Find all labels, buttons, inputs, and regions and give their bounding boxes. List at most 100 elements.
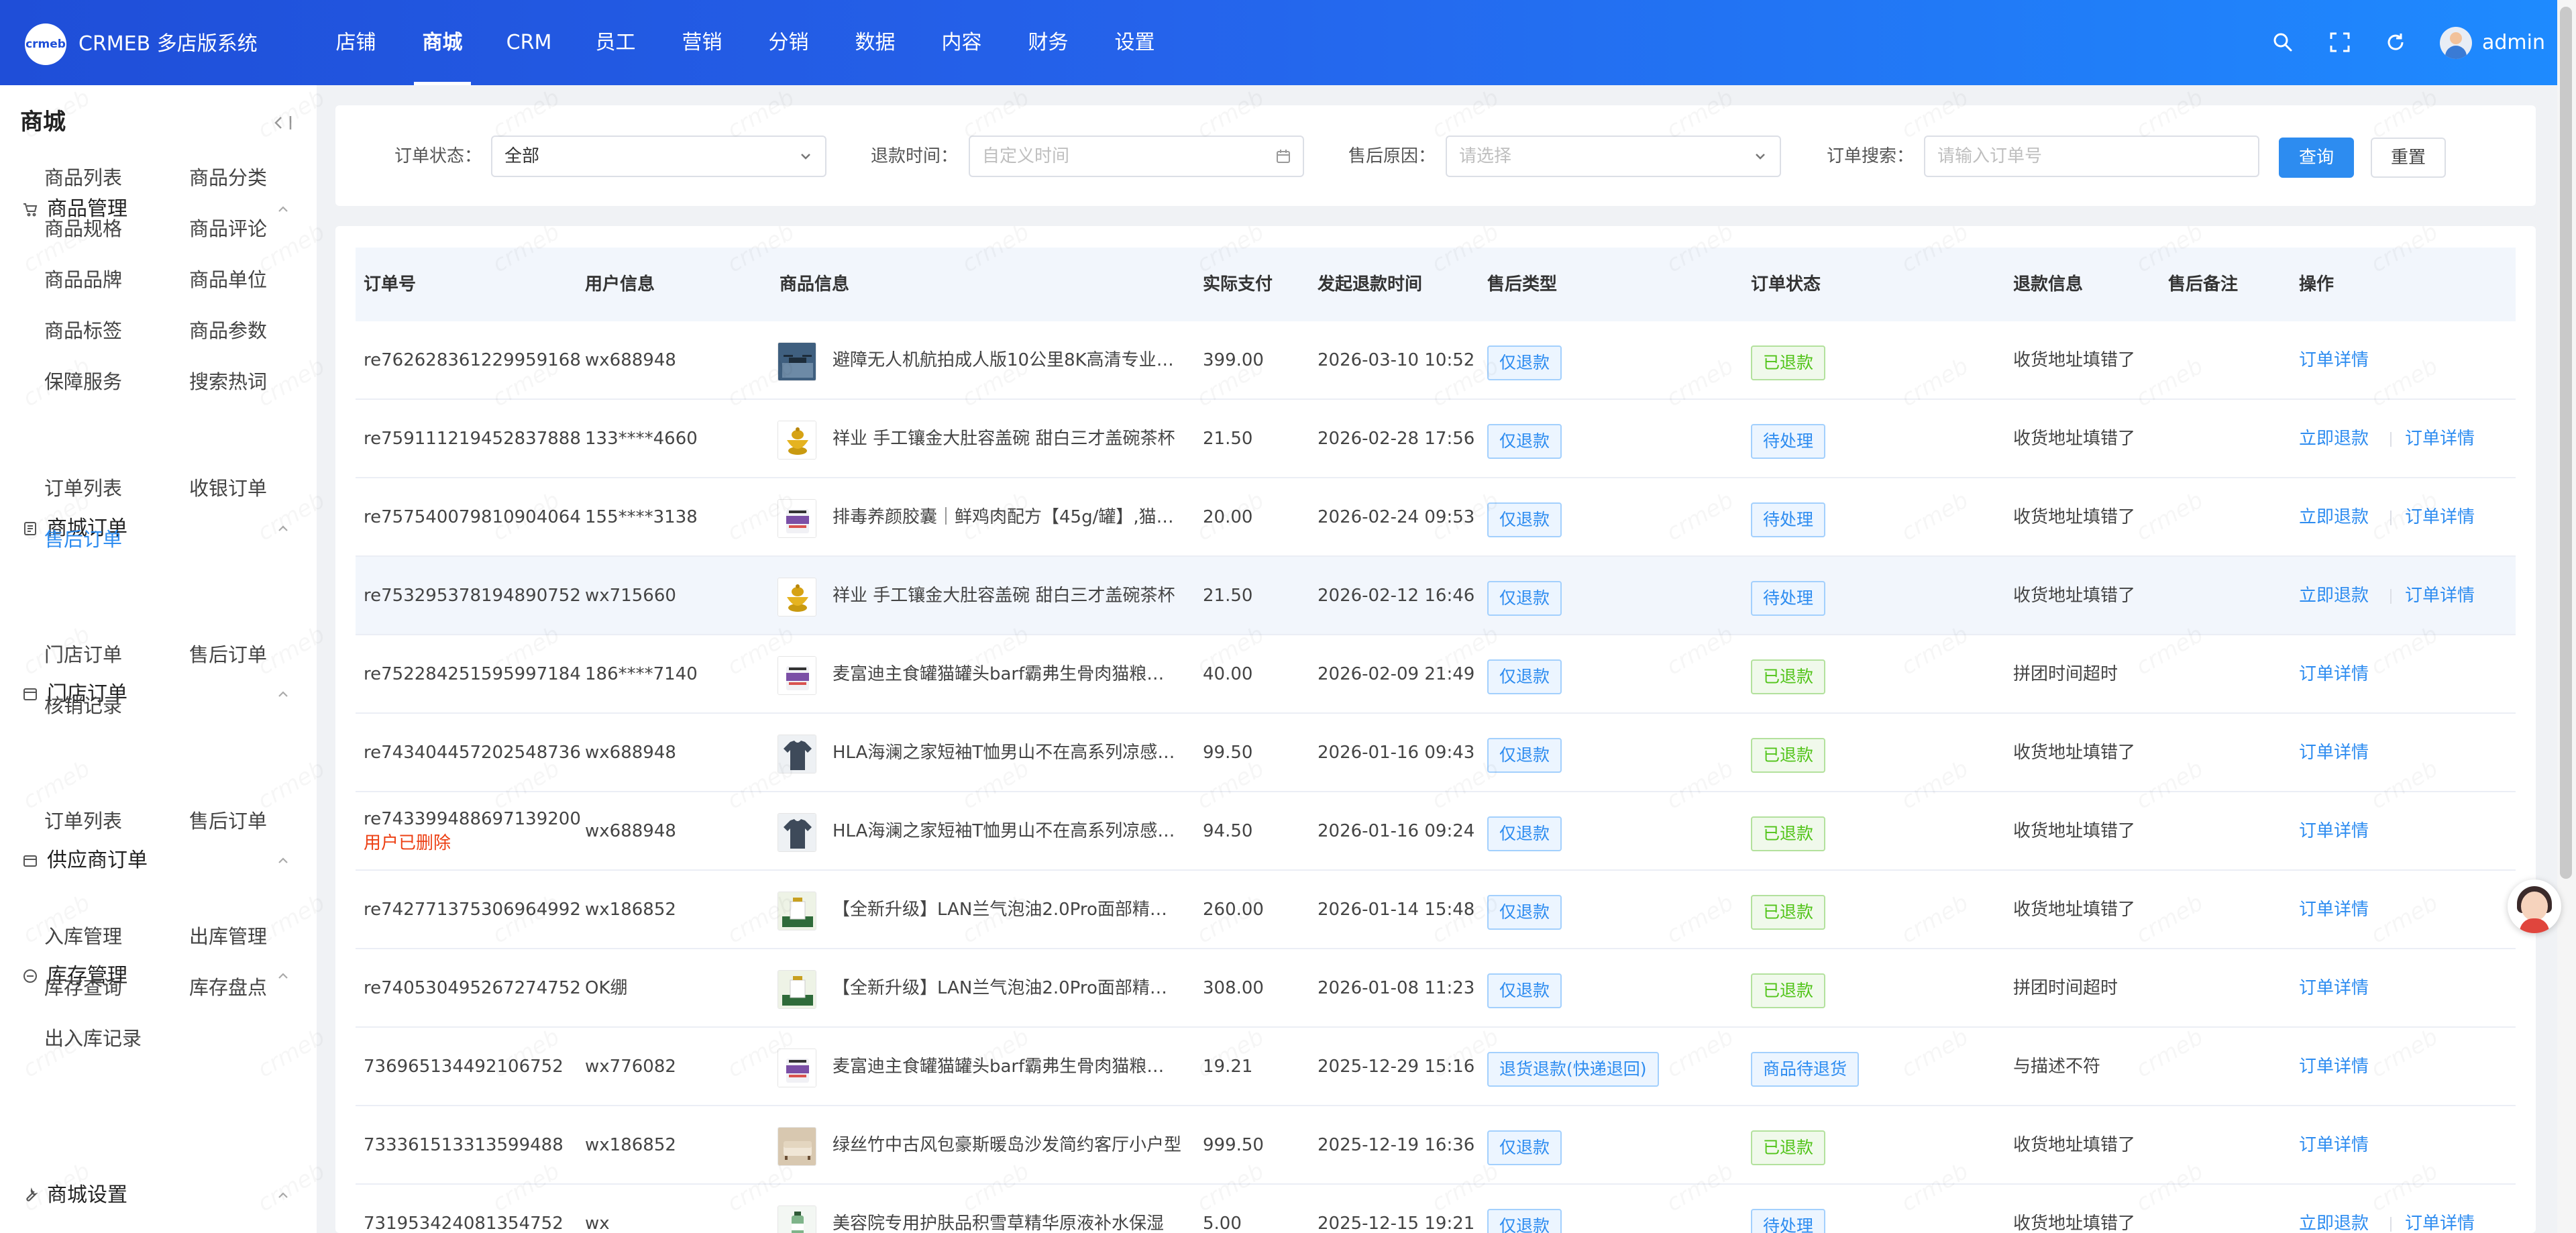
paid-amount: 308.00 — [1203, 978, 1264, 998]
table-row[interactable]: re742771375306964992 wx186852 【全新升级】LAN兰气泡… — [356, 871, 2516, 949]
user-name[interactable]: admin — [2482, 28, 2545, 58]
top-header: crmeb CRMEB 多店版系统 店铺 商城 CRM 员工 营销 分销 数据 内容 财务 设置 … — [0, 0, 2576, 85]
topnav-item[interactable]: 商城 — [399, 0, 486, 85]
sidebar-item[interactable]: 售后订单 — [189, 639, 267, 671]
sidebar-item[interactable]: 商品标签 — [44, 315, 122, 347]
sidebar-item[interactable]: 搜索热词 — [189, 366, 267, 398]
topnav-item[interactable]: CRM — [486, 0, 572, 85]
order-status-tag: 已退款 — [1751, 659, 1826, 694]
refund-now-link[interactable]: 立即退款 — [2299, 427, 2369, 451]
order-detail-link[interactable]: 订单详情 — [2405, 1212, 2475, 1233]
sidebar-item[interactable]: 订单列表 — [44, 472, 122, 504]
order-status-tag: 已退款 — [1751, 345, 1826, 380]
user-info: wx688948 — [585, 743, 676, 763]
search-icon[interactable] — [2267, 27, 2298, 58]
order-detail-link[interactable]: 订单详情 — [2405, 427, 2475, 451]
order-detail-link[interactable]: 订单详情 — [2405, 505, 2475, 529]
order-detail-link[interactable]: 订单详情 — [2299, 819, 2369, 843]
paid-amount: 19.21 — [1203, 1057, 1253, 1077]
order-detail-link[interactable]: 订单详情 — [2299, 976, 2369, 1000]
topnav-item[interactable]: 营销 — [659, 0, 745, 85]
order-detail-link[interactable]: 订单详情 — [2299, 1055, 2369, 1079]
sidebar-item[interactable]: 售后订单 — [44, 523, 122, 555]
order-status-tag: 商品待退货 — [1751, 1052, 1860, 1087]
topnav-item[interactable]: 数据 — [832, 0, 918, 85]
status-select[interactable]: 全部 — [491, 136, 826, 177]
refund-now-link[interactable]: 立即退款 — [2299, 584, 2369, 608]
order-detail-link[interactable]: 订单详情 — [2405, 584, 2475, 608]
refund-now-link[interactable]: 立即退款 — [2299, 505, 2369, 529]
refund-info: 收货地址填错了 — [2013, 350, 2136, 370]
sidebar-item[interactable]: 出库管理 — [189, 920, 267, 953]
refund-time-picker[interactable]: 自定义时间 — [969, 136, 1304, 177]
order-search-input[interactable]: 请输入订单号 — [1924, 136, 2259, 177]
refund-time-placeholder: 自定义时间 — [982, 146, 1070, 166]
table-row[interactable]: re759111219452837888 133****4660 祥业 手工镶金大肚… — [356, 400, 2516, 478]
status-select-value: 全部 — [504, 146, 540, 166]
topnav-item[interactable]: 店铺 — [313, 0, 399, 85]
collapse-sidebar-icon[interactable] — [271, 111, 295, 135]
paid-amount: 99.50 — [1203, 743, 1253, 763]
refund-now-link[interactable]: 立即退款 — [2299, 1212, 2369, 1233]
sidebar-item[interactable]: 售后订单 — [189, 805, 267, 837]
sidebar-item[interactable]: 商品列表 — [44, 162, 122, 194]
refund-info: 与描述不符 — [2013, 1057, 2101, 1077]
topnav-item[interactable]: 内容 — [918, 0, 1005, 85]
table-row[interactable]: re753295378194890752 wx715660 祥业 手工镶金大肚容盖碗… — [356, 557, 2516, 635]
avatar[interactable] — [2440, 27, 2472, 59]
sidebar-item[interactable]: 出入库记录 — [44, 1022, 142, 1055]
sidebar-item[interactable]: 库存查询 — [44, 971, 122, 1004]
order-number: re759111219452837888 — [364, 429, 581, 449]
reason-select[interactable]: 请选择 — [1446, 136, 1781, 177]
topnav-item[interactable]: 分销 — [745, 0, 832, 85]
sidebar-item[interactable]: 商品评论 — [189, 213, 267, 245]
paid-amount: 40.00 — [1203, 664, 1253, 684]
order-number: re740530495267274752 — [364, 978, 581, 998]
refund-info: 收货地址填错了 — [2013, 1135, 2136, 1155]
table-row[interactable]: re743399488697139200 用户已删除 wx688948 HLA海澜之家… — [356, 792, 2516, 871]
order-detail-link[interactable]: 订单详情 — [2299, 662, 2369, 686]
assistant-avatar-button[interactable] — [2508, 879, 2561, 933]
table-row[interactable]: re762628361229959168 wx688948 避障无人机航拍成人版10… — [356, 321, 2516, 400]
logo[interactable]: crmeb — [25, 23, 66, 65]
refresh-icon[interactable] — [2380, 27, 2411, 58]
table-row[interactable]: re743404457202548736 wx688948 HLA海澜之家短袖T恤男… — [356, 714, 2516, 792]
sidebar-item[interactable]: 保障服务 — [44, 366, 122, 398]
table-row[interactable]: 731953424081354752 wx 美容院专用护肤品积雪草精华原液补水保湿 5… — [356, 1185, 2516, 1233]
filter-bar: 订单状态： 全部 退款时间： 自定义时间 售后原因： 请选择 订单搜索： 请输入… — [335, 105, 2536, 206]
scrollbar-thumb[interactable] — [2560, 7, 2572, 879]
sidebar-item[interactable]: 商品分类 — [189, 162, 267, 194]
sidebar-item[interactable]: 核销记录 — [44, 690, 122, 722]
query-button[interactable]: 查询 — [2279, 138, 2354, 178]
sidebar-item[interactable]: 入库管理 — [44, 920, 122, 953]
table-row[interactable]: 736965134492106752 wx776082 麦富迪主食罐猫罐头barf霸… — [356, 1028, 2516, 1106]
table-row[interactable]: re740530495267274752 OK绷 【全新升级】LAN兰气泡油2.0P… — [356, 949, 2516, 1028]
table-row[interactable]: 733361513313599488 wx186852 绿丝竹中古风包豪斯暖岛沙发简… — [356, 1106, 2516, 1185]
sidebar-item[interactable]: 商品参数 — [189, 315, 267, 347]
order-status-tag: 已退款 — [1751, 816, 1826, 851]
sidebar-item[interactable]: 门店订单 — [44, 639, 122, 671]
user-info: 155****3138 — [585, 507, 698, 527]
refund-request-time: 2026-02-28 17:56 — [1318, 429, 1475, 449]
order-icon — [21, 520, 39, 537]
topnav-item[interactable]: 员工 — [572, 0, 659, 85]
order-status-tag: 已退款 — [1751, 1130, 1826, 1165]
order-detail-link[interactable]: 订单详情 — [2299, 741, 2369, 765]
table-row[interactable]: re752284251595997184 186****7140 麦富迪主食罐猫罐头… — [356, 635, 2516, 714]
sidebar-item[interactable]: 库存盘点 — [189, 971, 267, 1004]
sidebar-group-3[interactable]: 供应商订单 — [0, 842, 317, 879]
sidebar-item[interactable]: 商品规格 — [44, 213, 122, 245]
sidebar-item[interactable]: 订单列表 — [44, 805, 122, 837]
sidebar-item[interactable]: 收银订单 — [189, 472, 267, 504]
table-row[interactable]: re757540079810904064 155****3138 排毒养颜胶囊｜鲜鸡… — [356, 478, 2516, 557]
topnav-item[interactable]: 财务 — [1005, 0, 1091, 85]
reset-button[interactable]: 重置 — [2371, 138, 2446, 178]
order-detail-link[interactable]: 订单详情 — [2299, 1133, 2369, 1157]
sidebar-item[interactable]: 商品品牌 — [44, 264, 122, 296]
sidebar-group-5[interactable]: 商城设置 — [0, 1177, 317, 1214]
topnav-item[interactable]: 设置 — [1091, 0, 1178, 85]
fullscreen-icon[interactable] — [2324, 27, 2355, 58]
order-detail-link[interactable]: 订单详情 — [2299, 898, 2369, 922]
sidebar-item[interactable]: 商品单位 — [189, 264, 267, 296]
order-detail-link[interactable]: 订单详情 — [2299, 348, 2369, 372]
